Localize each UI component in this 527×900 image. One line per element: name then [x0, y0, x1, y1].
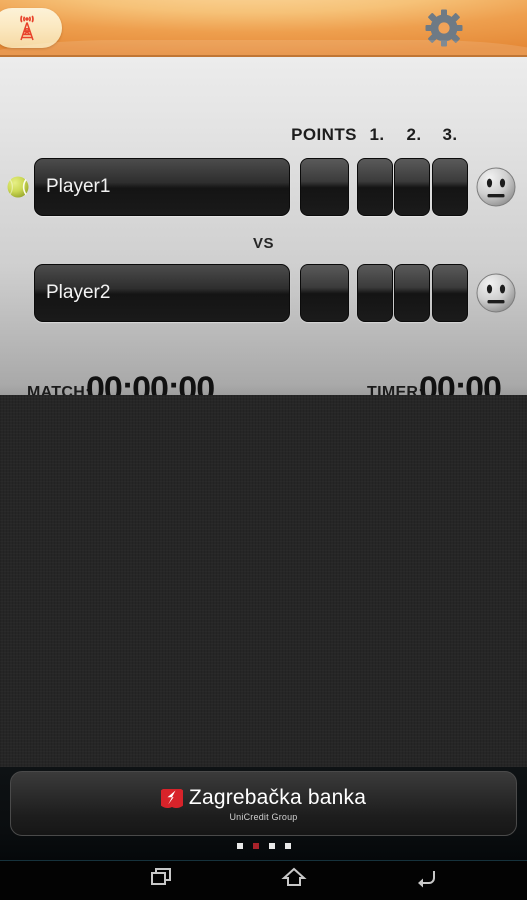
column-header-set-3: 3.: [442, 125, 458, 144]
player-1-name: Player1: [46, 176, 111, 197]
tennis-scorekeeper-app: POINTS 1. 2. 3. Player1 VS Player2 MATCH…: [0, 0, 527, 900]
player-1-neutral-face-icon[interactable]: [474, 165, 518, 209]
ad-dot-active[interactable]: [252, 843, 259, 849]
recents-icon: [148, 864, 176, 897]
back-arrow-icon: [412, 864, 440, 897]
column-header-points: POINTS: [291, 125, 357, 144]
player-1-points-box[interactable]: [300, 158, 349, 216]
player-1-set-1-box[interactable]: [357, 158, 393, 216]
app-header: [0, 0, 527, 57]
player-2-set-1-box[interactable]: [357, 264, 393, 322]
home-icon: [280, 864, 308, 897]
recents-button[interactable]: [96, 861, 228, 900]
player-1-set-2-box[interactable]: [394, 158, 430, 216]
ad-zone: Zagrebačka banka UniCredit Group: [0, 767, 527, 860]
ad-title: Zagrebačka banka: [188, 785, 367, 809]
player-2-neutral-face-icon[interactable]: [474, 271, 518, 315]
player-1-set-3-box[interactable]: [432, 158, 468, 216]
tennis-ball-icon: [6, 175, 30, 199]
vs-label: VS: [252, 235, 274, 252]
settings-button[interactable]: [424, 9, 464, 52]
android-navigation-bar: [0, 860, 527, 900]
column-header-set-2: 2.: [406, 125, 422, 144]
back-button[interactable]: [360, 861, 492, 900]
zaba-mark-icon: [157, 787, 187, 809]
ad-subtitle: UniCredit Group: [229, 811, 298, 822]
player-1-name-field[interactable]: Player1: [34, 158, 290, 216]
ad-banner-main: Zagrebačka banka: [157, 785, 367, 810]
action-panel: Serve Error Clear Undo Ace Serve: [0, 395, 527, 900]
menu-button[interactable]: [492, 861, 527, 900]
gear-icon: [425, 9, 463, 52]
app-logo-button[interactable]: [0, 8, 62, 48]
ad-dot[interactable]: [236, 843, 243, 849]
column-header-set-1: 1.: [369, 125, 385, 144]
ad-page-dots: [0, 843, 527, 849]
player-2-name-field[interactable]: Player2: [34, 264, 290, 322]
ad-banner[interactable]: Zagrebačka banka UniCredit Group: [10, 771, 517, 836]
player-2-set-2-box[interactable]: [394, 264, 430, 322]
scoreboard: POINTS 1. 2. 3. Player1 VS Player2 MATCH…: [0, 57, 527, 408]
player-2-set-3-box[interactable]: [432, 264, 468, 322]
player-2-points-box[interactable]: [300, 264, 349, 322]
player-2-name: Player2: [46, 282, 111, 303]
home-button[interactable]: [228, 861, 360, 900]
radio-tower-icon: [12, 13, 42, 43]
ad-dot[interactable]: [268, 843, 275, 849]
ad-dot[interactable]: [284, 843, 291, 849]
